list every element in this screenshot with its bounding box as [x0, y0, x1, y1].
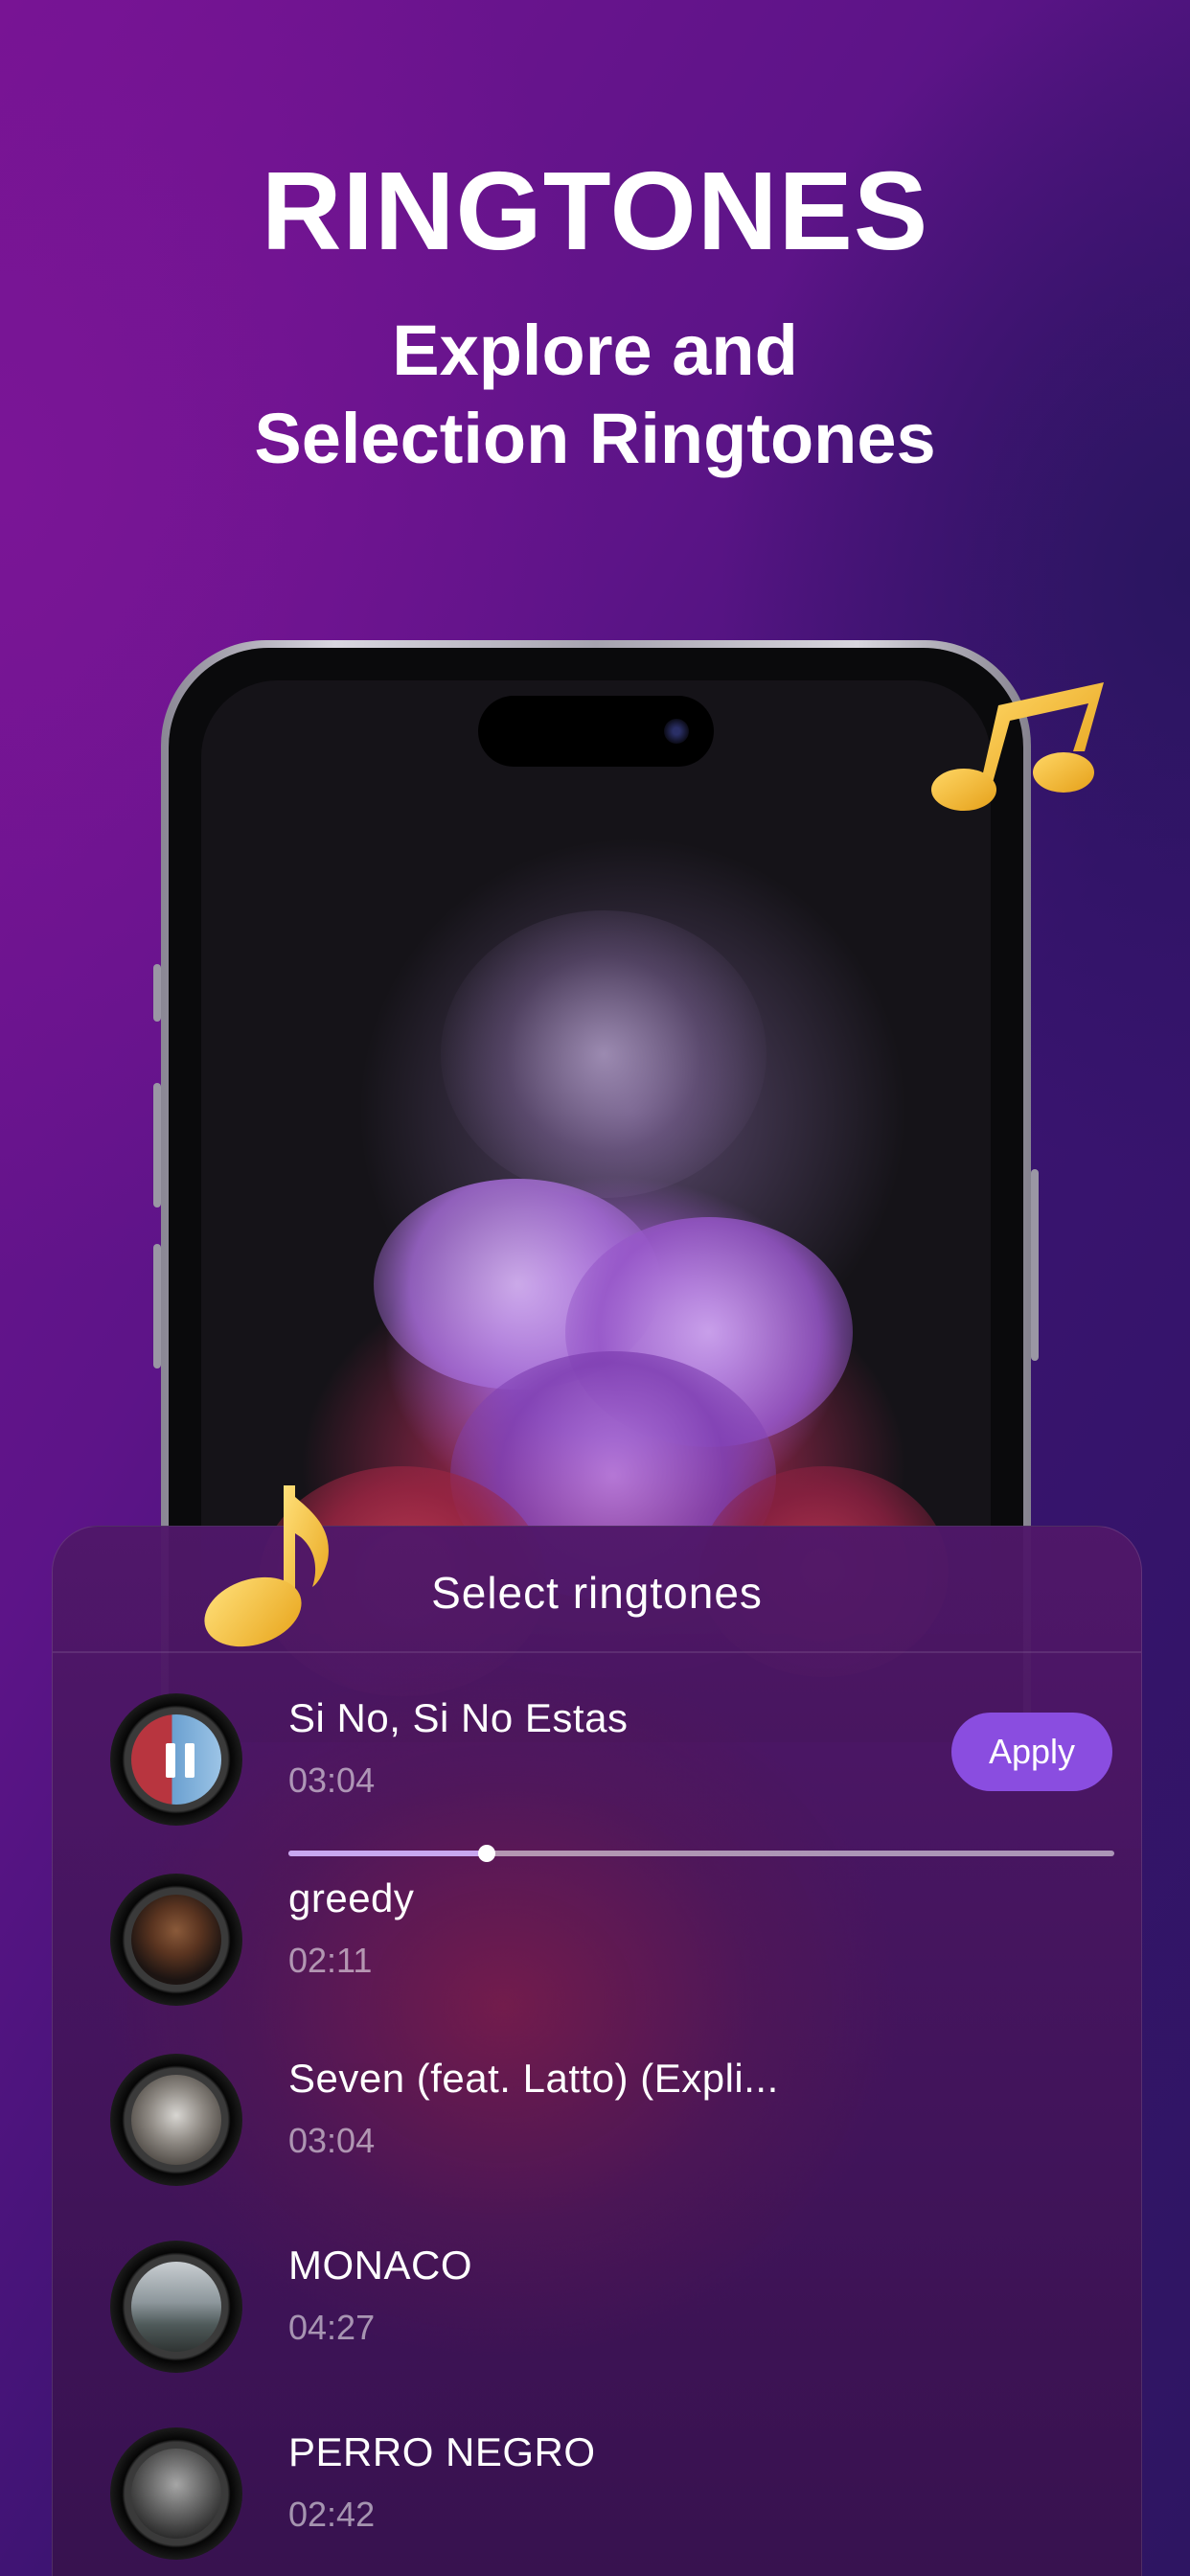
- promo-headline: RINGTONES: [261, 149, 929, 273]
- playback-progress-bar[interactable]: [288, 1845, 1114, 1862]
- phone-side-button: [153, 964, 161, 1022]
- promo-subline-line-2: Selection Ringtones: [254, 399, 936, 478]
- album-art: [131, 2262, 221, 2352]
- song-title: PERRO NEGRO: [288, 2429, 596, 2474]
- divider: [53, 1651, 1141, 1653]
- phone-side-button: [153, 1244, 161, 1368]
- song-duration: 03:04: [288, 1760, 376, 1800]
- apply-button[interactable]: Apply: [951, 1713, 1112, 1791]
- pause-icon[interactable]: [164, 1743, 196, 1778]
- album-disc[interactable]: [110, 2427, 242, 2560]
- list-item[interactable]: MONACO 04:27: [53, 2241, 1141, 2423]
- album-art: [131, 1714, 221, 1805]
- progress-fill: [288, 1851, 487, 1856]
- song-title: Si No, Si No Estas: [288, 1695, 629, 1740]
- progress-knob[interactable]: [477, 1845, 495, 1862]
- album-art: [131, 2449, 221, 2539]
- song-title: greedy: [288, 1875, 415, 1920]
- album-art: [131, 2075, 221, 2165]
- music-note-icon: [204, 1485, 329, 1647]
- ringtone-sheet: Select ringtones Si No, Si No Estas 03:0…: [52, 1526, 1142, 2576]
- song-duration: 02:11: [288, 1941, 373, 1980]
- list-item[interactable]: greedy 02:11: [53, 1874, 1141, 2056]
- song-title: Seven (feat. Latto) (Expli...: [288, 2056, 779, 2101]
- camera-icon: [664, 719, 689, 744]
- phone-side-button: [153, 1083, 161, 1208]
- list-item[interactable]: Seven (feat. Latto) (Expli... 03:04: [53, 2054, 1141, 2236]
- promo-subline-line-1: Explore and: [392, 310, 798, 390]
- song-duration: 03:04: [288, 2121, 376, 2160]
- album-disc[interactable]: [110, 1874, 242, 2006]
- list-item[interactable]: Si No, Si No Estas 03:04 Apply: [53, 1693, 1141, 1875]
- song-duration: 04:27: [288, 2308, 376, 2347]
- album-disc[interactable]: [110, 1693, 242, 1826]
- album-disc[interactable]: [110, 2241, 242, 2373]
- phone-side-button: [1031, 1169, 1039, 1361]
- album-disc[interactable]: [110, 2054, 242, 2186]
- song-duration: 02:42: [288, 2495, 376, 2534]
- dynamic-island: [478, 696, 714, 767]
- wallpaper-smoke: [441, 910, 767, 1198]
- promo-subline: Explore and Selection Ringtones: [0, 307, 1190, 483]
- album-art: [131, 1895, 221, 1985]
- list-item[interactable]: PERRO NEGRO 02:42: [53, 2427, 1141, 2576]
- music-note-icon: [931, 682, 1104, 811]
- song-title: MONACO: [288, 2242, 472, 2288]
